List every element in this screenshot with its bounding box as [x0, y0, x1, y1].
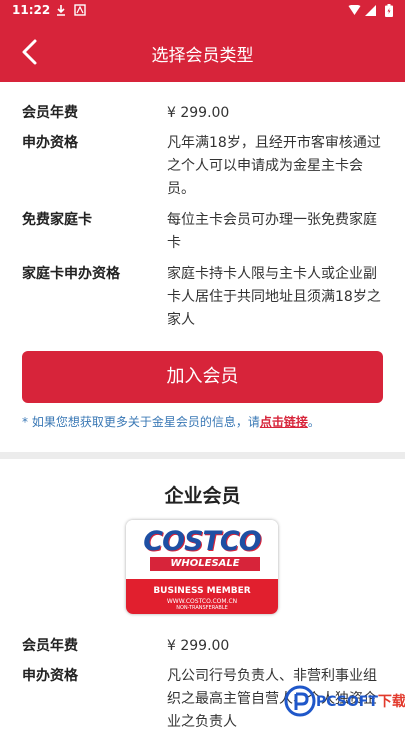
family-card-eligibility-label: 家庭卡申办资格: [22, 266, 120, 282]
business-member-section: 企业会员 COSTCO WHOLESALE BUSINESS MEMBER WW…: [0, 459, 405, 730]
free-family-card-label: 免费家庭卡: [22, 212, 92, 228]
annual-fee-label: 会员年费: [22, 105, 78, 121]
info-note: * 如果您想获取更多关于金星会员的信息，请点击链接。: [22, 413, 392, 430]
business-member-title: 企业会员: [164, 485, 241, 507]
info-note-text: * 如果您想获取更多关于金星会员的信息，请: [22, 415, 260, 429]
business-eligibility-label: 申办资格: [22, 668, 78, 684]
card-small-text: NON-TRANSFERABLE: [176, 605, 228, 611]
battery-icon: [383, 4, 395, 17]
page-title: 选择会员类型: [151, 46, 254, 66]
watermark-logo: PCSOFT下载: [282, 683, 405, 719]
watermark-text-b: 下载: [377, 694, 405, 710]
business-annual-fee-label: 会员年费: [22, 638, 78, 654]
card-member-type: BUSINESS MEMBER: [153, 586, 251, 596]
eligibility-value: 凡年满18岁，且经开市客审核通过之个人可以申请成为金星主卡会员。: [167, 135, 381, 197]
status-bar: 11:22: [0, 0, 405, 22]
info-note-end: 。: [307, 415, 320, 429]
watermark-text: PCSOFT下载: [316, 691, 405, 711]
download-icon: [55, 4, 67, 16]
family-card-eligibility-value: 家庭卡持卡人限与主卡人或企业副卡人居住于共同地址且须满18岁之家人: [167, 266, 381, 328]
wifi-icon: [348, 4, 361, 17]
card-brand-logo: COSTCO: [143, 526, 261, 557]
app-bar: 选择会员类型: [0, 22, 405, 82]
card-wholesale-banner: WHOLESALE: [150, 557, 260, 571]
card-url: WWW.COSTCO.COM.CN: [166, 598, 238, 605]
watermark-icon: [284, 685, 316, 717]
info-link[interactable]: 点击链接: [260, 415, 308, 429]
signal-icon: [365, 5, 377, 17]
business-annual-fee-value: ¥ 299.00: [167, 638, 230, 654]
section-divider: [0, 452, 405, 459]
membership-card-image: COSTCO WHOLESALE BUSINESS MEMBER WWW.COS…: [126, 520, 278, 614]
status-time: 11:22: [12, 3, 51, 17]
join-member-button[interactable]: 加入会员: [22, 351, 383, 403]
free-family-card-value: 每位主卡会员可办理一张免费家庭卡: [167, 212, 377, 251]
watermark-text-a: PCSOFT: [316, 694, 378, 710]
card-bottom: BUSINESS MEMBER WWW.COSTCO.COM.CN NON-TR…: [126, 579, 278, 614]
eligibility-label: 申办资格: [22, 135, 78, 151]
annual-fee-value: ¥ 299.00: [167, 105, 230, 121]
notification-icon: [74, 4, 86, 16]
